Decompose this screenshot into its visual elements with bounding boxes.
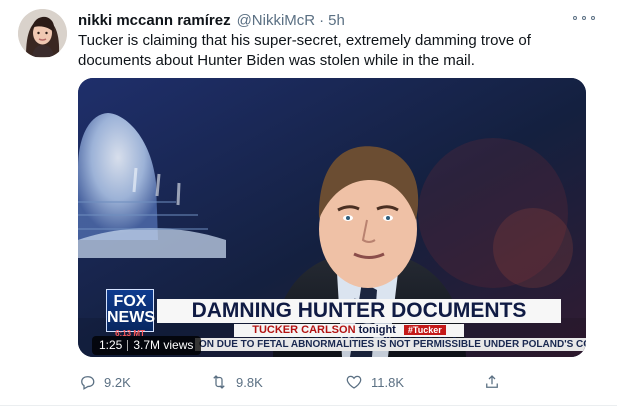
avatar-image [18, 9, 67, 58]
reply-icon [81, 376, 95, 390]
like-count: 11.8K [371, 374, 405, 390]
like-button[interactable]: 11.8K [345, 372, 404, 392]
video-show-label: TUCKER CARLSON tonight #Tucker [234, 324, 464, 337]
retweet-button[interactable]: 9.8K [210, 372, 263, 392]
fox-news-logo-text: FOX NEWS [107, 293, 155, 326]
tweet-text: Tucker is claiming that his super-secret… [78, 32, 531, 69]
retweet-icon [213, 375, 225, 389]
video-views: 3.7M views [133, 338, 194, 352]
video-time-badge: 1:25 3.7M views [92, 336, 202, 355]
show-hashtag: #Tucker [403, 325, 446, 335]
tweet-timestamp[interactable]: 5h [328, 12, 345, 29]
video-headline: DAMNING HUNTER DOCUMENTS SUDDENLY VANISH [157, 299, 561, 346]
more-options-button[interactable] [573, 11, 595, 25]
show-suffix: tonight [358, 324, 396, 336]
author-handle[interactable]: @NikkiMcR [237, 12, 316, 29]
retweet-count: 9.8K [236, 374, 263, 390]
video-player[interactable]: FOX NEWS 6:13 MT DAMNING HUNTER DOCUMENT… [78, 78, 586, 357]
more-horizontal-icon [573, 16, 577, 20]
badge-divider [127, 340, 129, 351]
tweet-header: nikki mccann ramírez @NikkiMcR · 5h [78, 10, 345, 30]
tweet-actions: 9.2K 9.8K 11.8K [78, 372, 588, 392]
header-separator: · [319, 11, 325, 29]
reply-button[interactable]: 9.2K [78, 372, 131, 392]
news-ticker: ON DUE TO FETAL ABNORMALITIES IS NOT PER… [195, 338, 586, 351]
reply-count: 9.2K [104, 374, 131, 390]
show-name: TUCKER CARLSON [252, 324, 356, 336]
author-name[interactable]: nikki mccann ramírez [78, 12, 231, 29]
video-duration: 1:25 [99, 338, 123, 352]
tweet-bottom-divider [0, 405, 617, 406]
tweet-card[interactable]: nikki mccann ramírez @NikkiMcR · 5h Tuck… [0, 0, 617, 409]
share-button[interactable] [483, 372, 501, 392]
avatar[interactable] [18, 9, 67, 58]
fox-news-logo: FOX NEWS 6:13 MT [106, 289, 155, 338]
heart-icon [346, 375, 362, 389]
share-icon [486, 375, 498, 388]
